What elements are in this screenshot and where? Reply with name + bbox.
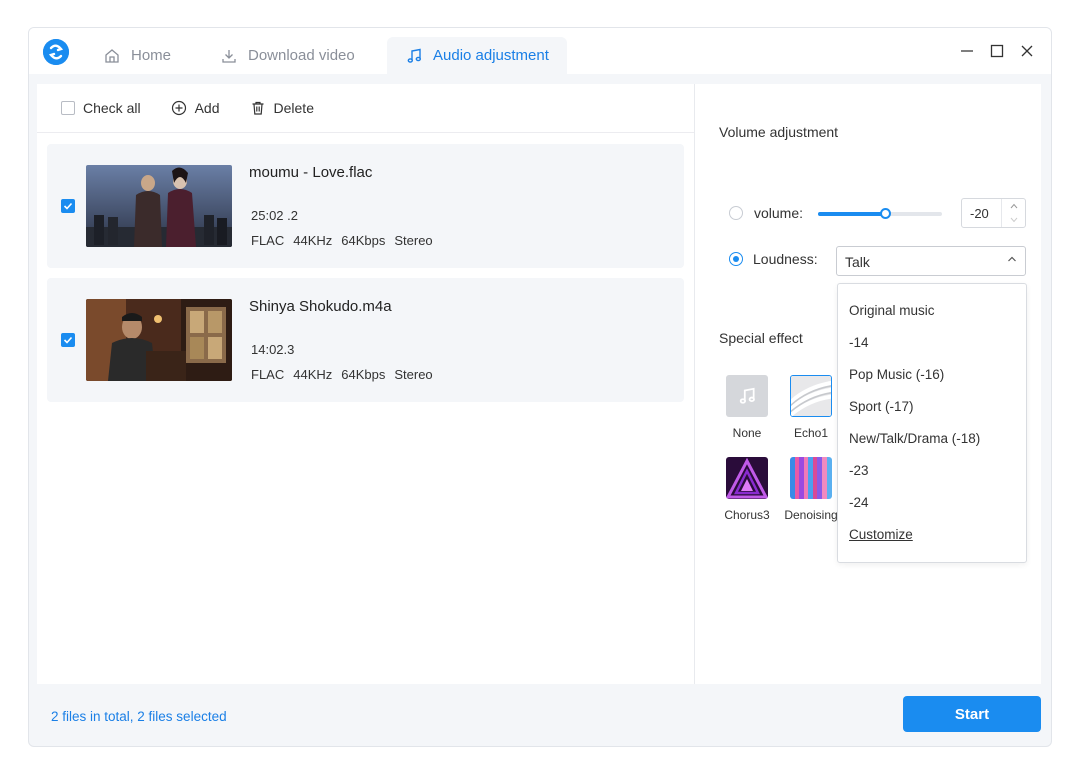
volume-radio[interactable]: [729, 206, 743, 220]
maximize-button[interactable]: [986, 40, 1008, 62]
file-checkbox[interactable]: [61, 333, 75, 347]
effect-label: Echo1: [793, 426, 829, 440]
tab-audio-adjustment[interactable]: Audio adjustment: [387, 37, 567, 74]
file-bitrate: 64Kbps: [341, 367, 386, 382]
file-format: FLAC: [251, 367, 285, 382]
effect-none[interactable]: None: [714, 375, 780, 440]
loudness-option[interactable]: -23: [849, 463, 869, 478]
volume-stepper[interactable]: -20: [961, 198, 1026, 228]
file-toolbar: Check all Add Delete: [37, 84, 694, 133]
checkmark-icon: [63, 202, 73, 210]
loudness-label: Loudness:: [753, 251, 818, 267]
loudness-select[interactable]: Talk: [836, 246, 1026, 276]
chorus-thumbnail: [726, 457, 768, 499]
effect-echo1-tile: [790, 375, 832, 417]
app-window: Home Download video Audio adjustment Che…: [28, 27, 1052, 747]
stepper-down-icon[interactable]: [1002, 213, 1025, 227]
drama-scene-thumbnail: [86, 299, 232, 381]
file-channels: Stereo: [394, 367, 433, 382]
file-item[interactable]: Shinya Shokudo.m4a 14:02.3 FLAC 44KHz 64…: [47, 278, 684, 402]
add-circle-icon: [171, 100, 186, 116]
loudness-selected-value: Talk: [845, 254, 870, 270]
loudness-option[interactable]: -14: [849, 335, 869, 350]
checkmark-icon: [63, 336, 73, 344]
effect-label: Chorus3: [724, 508, 770, 522]
add-button[interactable]: Add: [171, 100, 220, 116]
trash-icon: [252, 101, 264, 115]
volume-value: -20: [970, 206, 989, 221]
volume-adjustment-title: Volume adjustment: [719, 124, 839, 140]
loudness-radio[interactable]: [729, 252, 743, 266]
music-note-icon: [407, 48, 422, 63]
volume-label: volume:: [754, 205, 804, 221]
volume-slider-fill: [818, 212, 885, 216]
file-meta: FLAC 44KHz 64Kbps Stereo: [251, 233, 433, 248]
close-button[interactable]: [1016, 40, 1038, 62]
effect-echo1[interactable]: Echo1: [778, 375, 844, 440]
start-button[interactable]: Start: [903, 696, 1041, 732]
file-thumbnail: [86, 299, 232, 381]
close-icon: [1021, 45, 1033, 57]
effect-none-tile: [726, 375, 768, 417]
download-icon: [222, 49, 236, 63]
file-thumbnail: [86, 165, 232, 247]
effect-chorus3[interactable]: Chorus3: [714, 457, 780, 522]
home-icon: [105, 48, 119, 63]
customize-link[interactable]: Customize: [849, 527, 913, 542]
file-rate: 44KHz: [293, 367, 333, 382]
file-duration: 25:02 .2: [251, 208, 298, 223]
echo-wave-thumbnail: [791, 376, 831, 416]
tab-label: Home: [131, 47, 172, 64]
loudness-option[interactable]: New/Talk/Drama (-18): [849, 431, 980, 446]
add-label: Add: [194, 100, 220, 116]
file-checkbox[interactable]: [61, 199, 75, 213]
file-name: Shinya Shokudo.m4a: [249, 298, 392, 315]
logo-icon: [43, 39, 69, 65]
volume-slider[interactable]: [818, 208, 942, 219]
check-all-checkbox[interactable]: [61, 101, 75, 115]
file-name: moumu - Love.flac: [249, 164, 373, 181]
file-list-panel: Check all Add Delete moumu - Love.flac 2…: [37, 84, 695, 684]
music-note-icon: [739, 387, 755, 404]
check-all-label: Check all: [83, 100, 141, 116]
file-format: FLAC: [251, 233, 285, 248]
file-item[interactable]: moumu - Love.flac 25:02 .2 FLAC 44KHz 64…: [47, 144, 684, 268]
minimize-icon: [961, 50, 973, 52]
tab-label: Download video: [248, 47, 355, 64]
tab-download-video[interactable]: Download video: [202, 37, 373, 74]
denoising-thumbnail: [790, 457, 832, 499]
minimize-button[interactable]: [956, 40, 978, 62]
titlebar: Home Download video Audio adjustment: [29, 28, 1051, 74]
maximize-icon: [990, 44, 1004, 58]
app-logo: [43, 39, 69, 65]
tab-label: Audio adjustment: [433, 47, 549, 64]
special-effect-title: Special effect: [719, 330, 803, 346]
chevron-up-icon: [1007, 254, 1017, 267]
selection-status: 2 files in total, 2 files selected: [51, 709, 227, 724]
file-duration: 14:02.3: [251, 342, 295, 357]
check-all-button[interactable]: Check all: [61, 100, 141, 116]
delete-label: Delete: [273, 100, 314, 116]
volume-slider-knob[interactable]: [879, 208, 891, 219]
loudness-dropdown: Original music -14 Pop Music (-16) Sport…: [837, 283, 1027, 563]
loudness-option[interactable]: -24: [849, 495, 869, 510]
effect-denoising[interactable]: Denoising: [778, 457, 844, 522]
file-bitrate: 64Kbps: [341, 233, 386, 248]
effect-denoising-tile: [790, 457, 832, 499]
file-channels: Stereo: [394, 233, 433, 248]
volume-stepper-arrows: [1001, 199, 1025, 227]
loudness-option[interactable]: Original music: [849, 303, 935, 318]
loudness-option[interactable]: Pop Music (-16): [849, 367, 944, 382]
tab-home[interactable]: Home: [85, 37, 189, 74]
stepper-up-icon[interactable]: [1002, 199, 1025, 213]
file-rate: 44KHz: [293, 233, 333, 248]
delete-button[interactable]: Delete: [250, 100, 314, 116]
file-meta: FLAC 44KHz 64Kbps Stereo: [251, 367, 433, 382]
loudness-option[interactable]: Sport (-17): [849, 399, 914, 414]
effect-chorus3-tile: [726, 457, 768, 499]
effect-label: Denoising: [784, 508, 838, 522]
effect-label: None: [732, 426, 762, 440]
movie-poster-thumbnail: [86, 165, 232, 247]
